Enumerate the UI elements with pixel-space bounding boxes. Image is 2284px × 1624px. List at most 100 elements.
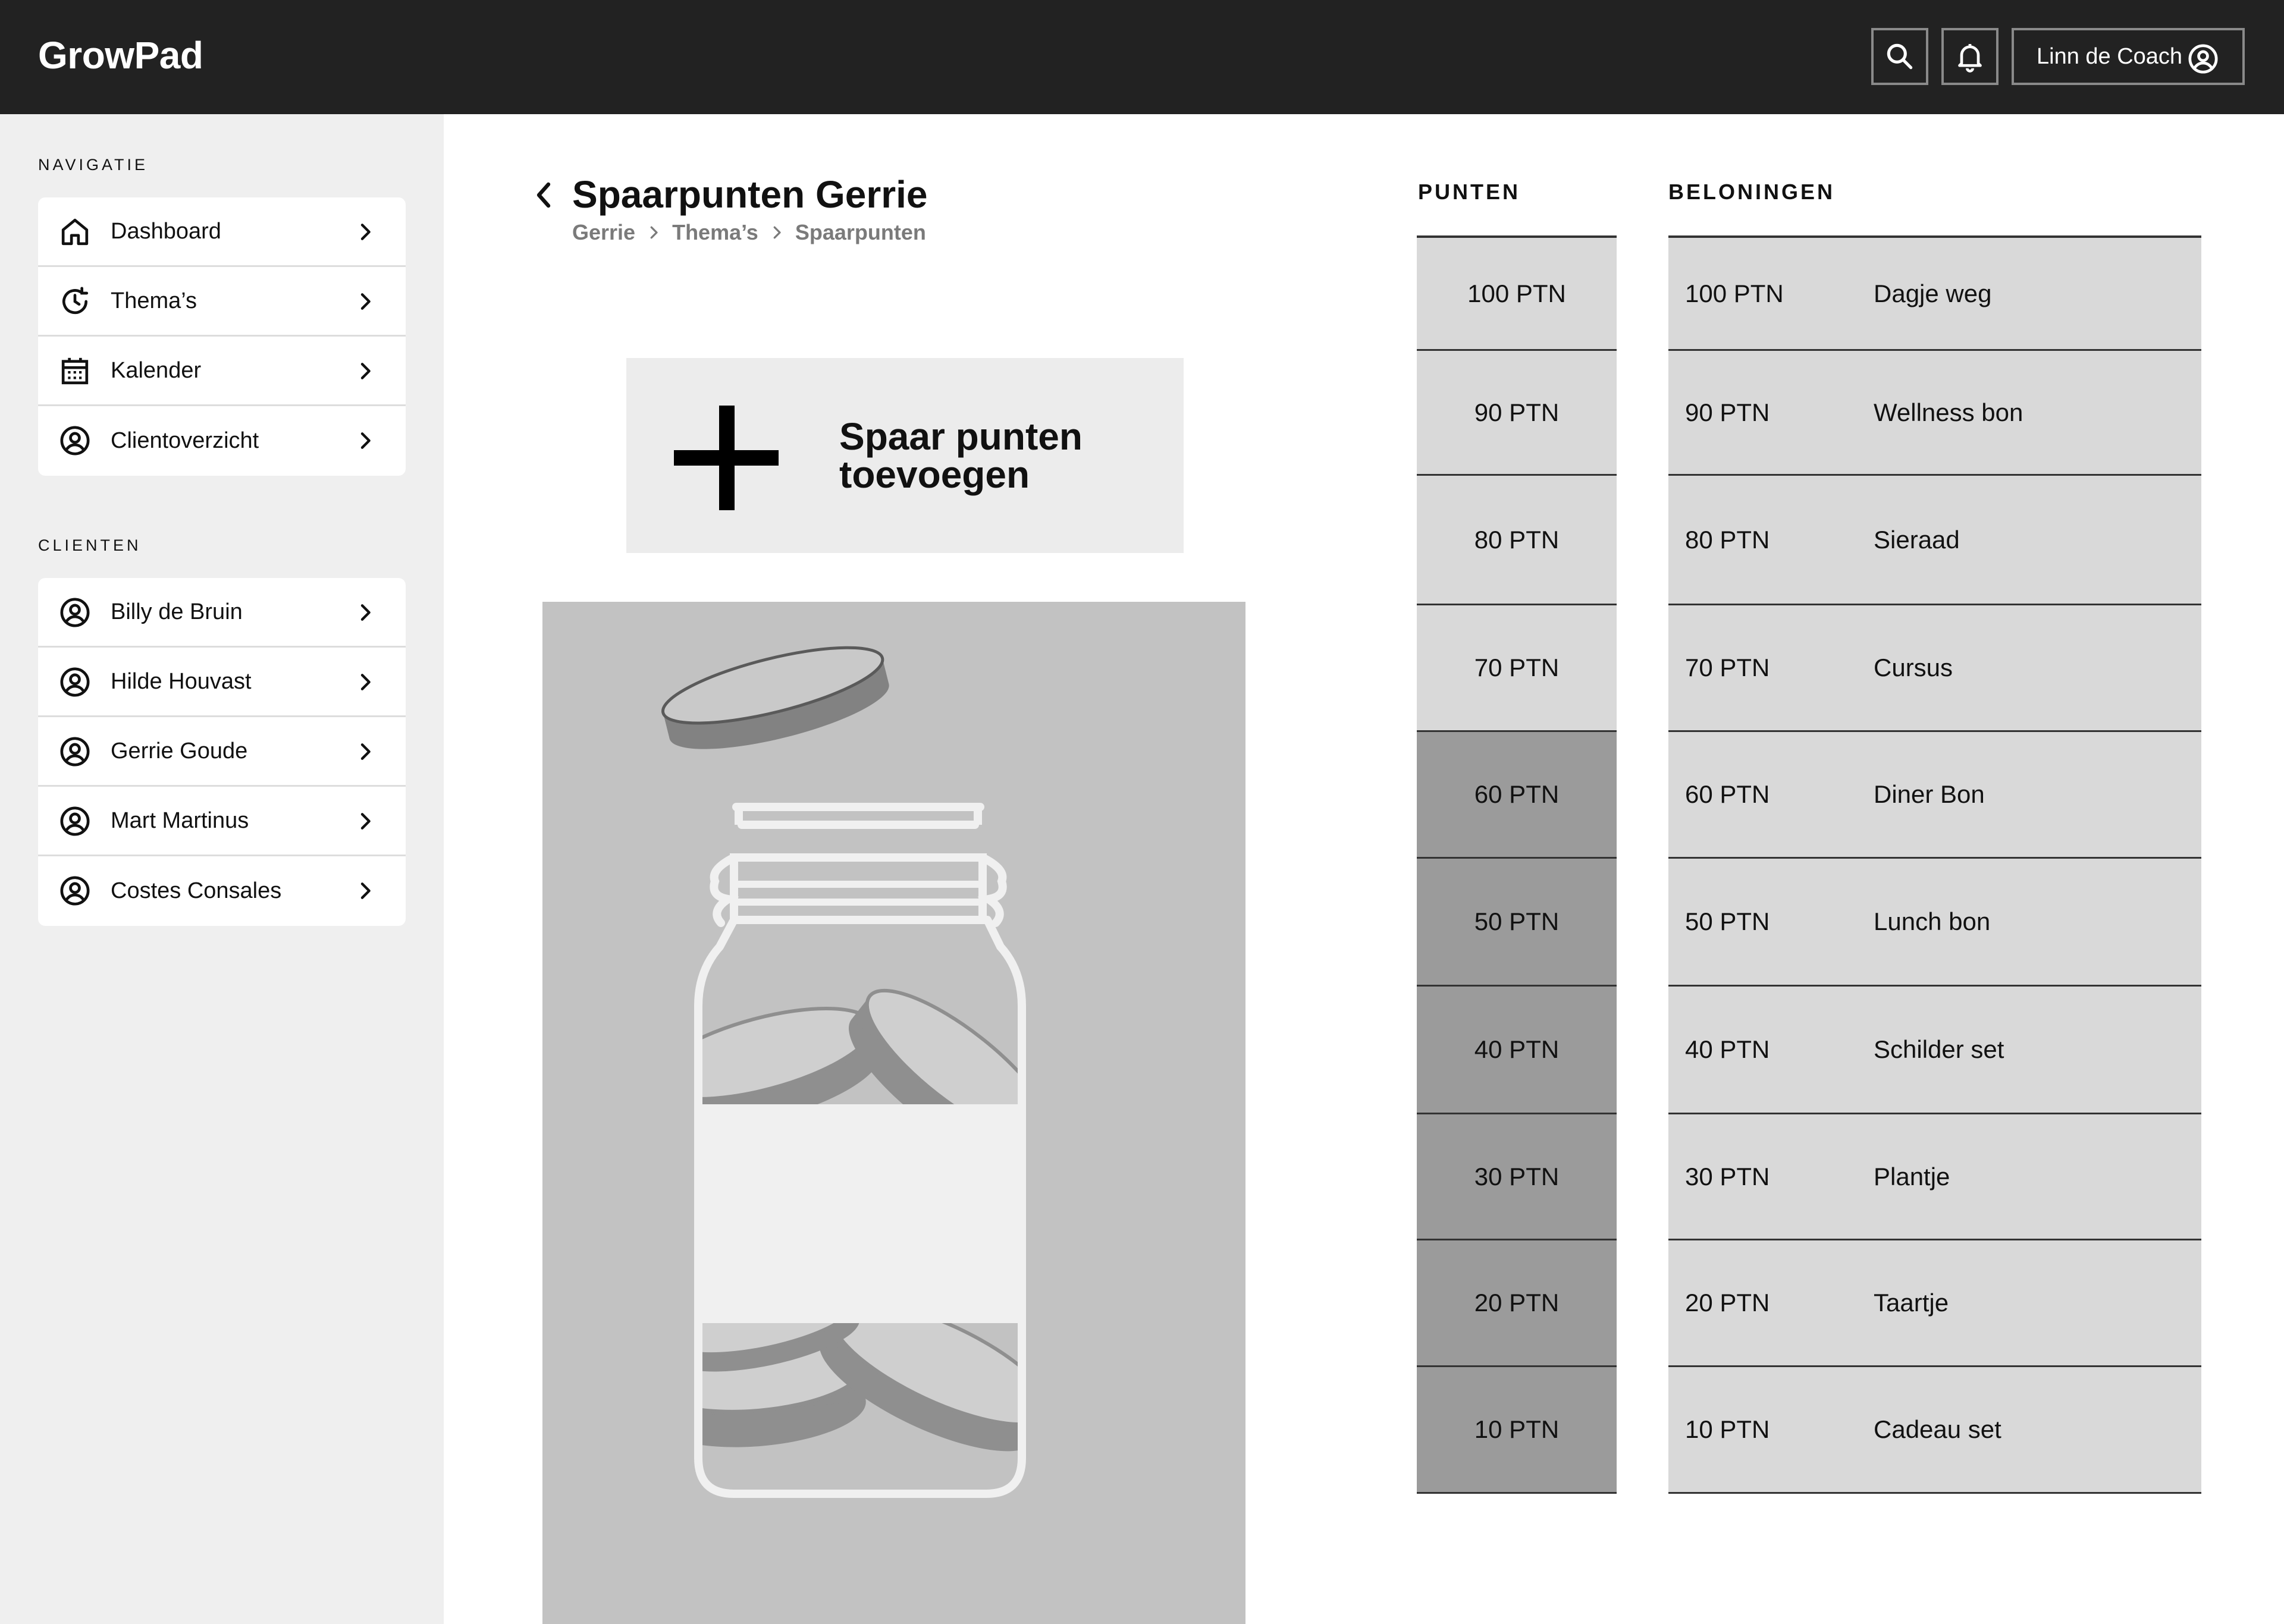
reward-name: Cadeau set (1874, 1415, 2001, 1443)
user-circle-icon (60, 737, 90, 767)
points-level: 80 PTN (1417, 476, 1617, 605)
reward-name: Schilder set (1874, 1035, 2004, 1063)
nav-menu: Dashboard Thema’s Kalender Clientoverzic… (38, 197, 406, 476)
sidebar-item-label: Kalender (111, 357, 202, 383)
reward-name: Lunch bon (1874, 907, 1991, 935)
calendar-icon (61, 357, 89, 385)
search-button[interactable] (1871, 28, 1928, 85)
sidebar-item-label: Clientoverzicht (111, 428, 259, 453)
points-level: 40 PTN (1417, 987, 1617, 1114)
points-level: 60 PTN (1417, 732, 1617, 859)
chevron-right-icon (360, 363, 371, 379)
sidebar: NAVIGATIE Dashboard Thema’s Kalender Cli… (0, 114, 444, 1624)
chevron-right-icon (360, 604, 371, 621)
reward-points: 30 PTN (1685, 1162, 1770, 1190)
points-level: 100 PTN (1417, 238, 1617, 351)
savings-jar-illustration (542, 602, 1245, 1624)
chevron-right-icon (360, 743, 371, 760)
sidebar-item-client[interactable]: Gerrie Goude (38, 717, 406, 787)
reward-name: Dagje weg (1874, 279, 1992, 307)
chevron-right-icon (360, 432, 371, 449)
breadcrumb: Gerrie Thema’s Spaarpunten (572, 220, 926, 245)
points-level: 90 PTN (1417, 351, 1617, 476)
sidebar-item-label: Gerrie Goude (111, 738, 248, 764)
sidebar-item-client[interactable]: Hilde Houvast (38, 648, 406, 717)
chevron-right-icon (360, 224, 371, 240)
sidebar-item-label: Hilde Houvast (111, 668, 252, 694)
user-circle-icon (60, 876, 90, 906)
reward-name: Taartje (1874, 1289, 1949, 1317)
home-icon (61, 218, 89, 246)
points-level: 70 PTN (1417, 605, 1617, 732)
points-column-header: PUNTEN (1418, 180, 1521, 204)
user-circle-icon (2188, 44, 2218, 74)
chevron-right-icon (360, 674, 371, 690)
jar-icon (661, 646, 1026, 1498)
user-name: Linn de Coach (2037, 43, 2183, 69)
user-circle-icon (60, 426, 90, 456)
reward-name: Diner Bon (1874, 780, 1985, 808)
rewards-list: 100 PTN Dagje weg 90 PTN Wellness bon 80 P… (1668, 235, 2201, 1494)
chevron-right-icon (360, 882, 371, 899)
breadcrumb-item[interactable]: Gerrie (572, 220, 635, 245)
app-logo[interactable]: GrowPad (38, 33, 203, 77)
add-points-button[interactable]: Spaar punten toevoegen (626, 358, 1184, 553)
reward-points: 40 PTN (1685, 1035, 1770, 1063)
page-title: Spaarpunten Gerrie (572, 173, 928, 216)
reward-points: 20 PTN (1685, 1289, 1770, 1317)
chevron-right-icon (773, 226, 781, 239)
clients-menu: Billy de Bruin Hilde Houvast Gerrie Goud… (38, 578, 406, 926)
sidebar-item-client[interactable]: Billy de Bruin (38, 578, 406, 648)
reward-row[interactable]: 50 PTN Lunch bon (1668, 859, 2201, 987)
reward-points: 10 PTN (1685, 1415, 1770, 1443)
reward-row[interactable]: 100 PTN Dagje weg (1668, 238, 2201, 351)
clock-refresh-icon (62, 287, 89, 315)
plus-icon (674, 406, 779, 510)
bell-icon (1958, 44, 1982, 73)
reward-name: Cursus (1874, 654, 1953, 681)
sidebar-item-themas[interactable]: Thema’s (38, 267, 406, 337)
user-circle-icon (60, 598, 90, 627)
chevron-right-icon (360, 813, 371, 830)
search-icon (1887, 43, 1913, 70)
user-menu-button[interactable]: Linn de Coach (2012, 28, 2245, 85)
breadcrumb-item[interactable]: Thema’s (672, 220, 758, 245)
sidebar-item-label: Thema’s (111, 288, 197, 313)
reward-points: 80 PTN (1685, 525, 1770, 554)
sidebar-item-label: Billy de Bruin (111, 599, 243, 624)
reward-points: 90 PTN (1685, 398, 1770, 426)
notifications-button[interactable] (1941, 28, 1999, 85)
reward-points: 60 PTN (1685, 780, 1770, 808)
reward-row[interactable]: 70 PTN Cursus (1668, 605, 2201, 732)
reward-row[interactable]: 30 PTN Plantje (1668, 1114, 2201, 1240)
reward-row[interactable]: 90 PTN Wellness bon (1668, 351, 2201, 476)
back-chevron-icon[interactable] (529, 178, 558, 212)
reward-row[interactable]: 20 PTN Taartje (1668, 1240, 2201, 1367)
chevron-right-icon (360, 293, 371, 310)
sidebar-item-client[interactable]: Mart Martinus (38, 787, 406, 856)
sidebar-item-label: Dashboard (111, 218, 221, 244)
sidebar-item-dashboard[interactable]: Dashboard (38, 197, 406, 267)
points-scale: 100 PTN 90 PTN 80 PTN 70 PTN 60 PTN 50 P… (1417, 235, 1617, 1494)
reward-row[interactable]: 40 PTN Schilder set (1668, 987, 2201, 1114)
nav-section-label: NAVIGATIE (38, 156, 149, 174)
top-bar: GrowPad Linn de Coach (0, 0, 2284, 114)
sidebar-item-client[interactable]: Costes Consales (38, 856, 406, 926)
reward-points: 100 PTN (1685, 279, 1784, 307)
reward-row[interactable]: 80 PTN Sieraad (1668, 476, 2201, 605)
points-level: 20 PTN (1417, 1240, 1617, 1367)
points-level: 30 PTN (1417, 1114, 1617, 1240)
reward-name: Sieraad (1874, 525, 1960, 554)
reward-name: Wellness bon (1874, 398, 2023, 426)
rewards-column-header: BELONINGEN (1668, 180, 1836, 204)
user-circle-icon (60, 806, 90, 836)
chevron-right-icon (650, 226, 658, 239)
points-level: 10 PTN (1417, 1367, 1617, 1494)
reward-name: Plantje (1874, 1162, 1950, 1190)
sidebar-item-kalender[interactable]: Kalender (38, 337, 406, 406)
points-level: 50 PTN (1417, 859, 1617, 987)
reward-row[interactable]: 60 PTN Diner Bon (1668, 732, 2201, 859)
reward-row[interactable]: 10 PTN Cadeau set (1668, 1367, 2201, 1494)
reward-points: 50 PTN (1685, 907, 1770, 935)
sidebar-item-clientoverzicht[interactable]: Clientoverzicht (38, 406, 406, 476)
